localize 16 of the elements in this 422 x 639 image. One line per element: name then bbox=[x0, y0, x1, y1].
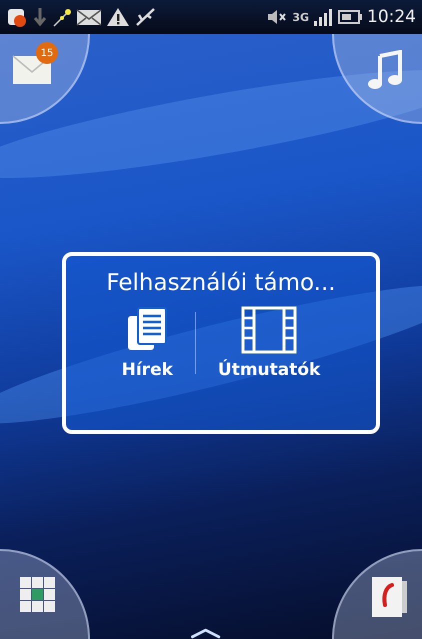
clock: 10:24 bbox=[367, 7, 416, 27]
signal-icon bbox=[313, 6, 333, 28]
film-strip-icon bbox=[241, 306, 298, 354]
warning-icon bbox=[106, 6, 130, 28]
widget-shortcut[interactable]: Hírek bbox=[112, 306, 183, 380]
app-drawer-button[interactable]: ︿ bbox=[190, 611, 224, 639]
app-grid-icon bbox=[20, 577, 56, 613]
network-type: 3G bbox=[292, 10, 309, 24]
unread-badge: 15 bbox=[36, 42, 58, 64]
download-icon bbox=[32, 6, 48, 28]
phone-book-icon bbox=[372, 575, 408, 617]
music-note-icon bbox=[368, 50, 404, 92]
widget-shortcut[interactable]: Útmutatók bbox=[208, 306, 330, 380]
messaging-shortcut[interactable]: 15 bbox=[0, 34, 90, 124]
widget-title: Felhasználói támo... bbox=[106, 270, 336, 296]
app-notification-icon bbox=[6, 6, 28, 28]
